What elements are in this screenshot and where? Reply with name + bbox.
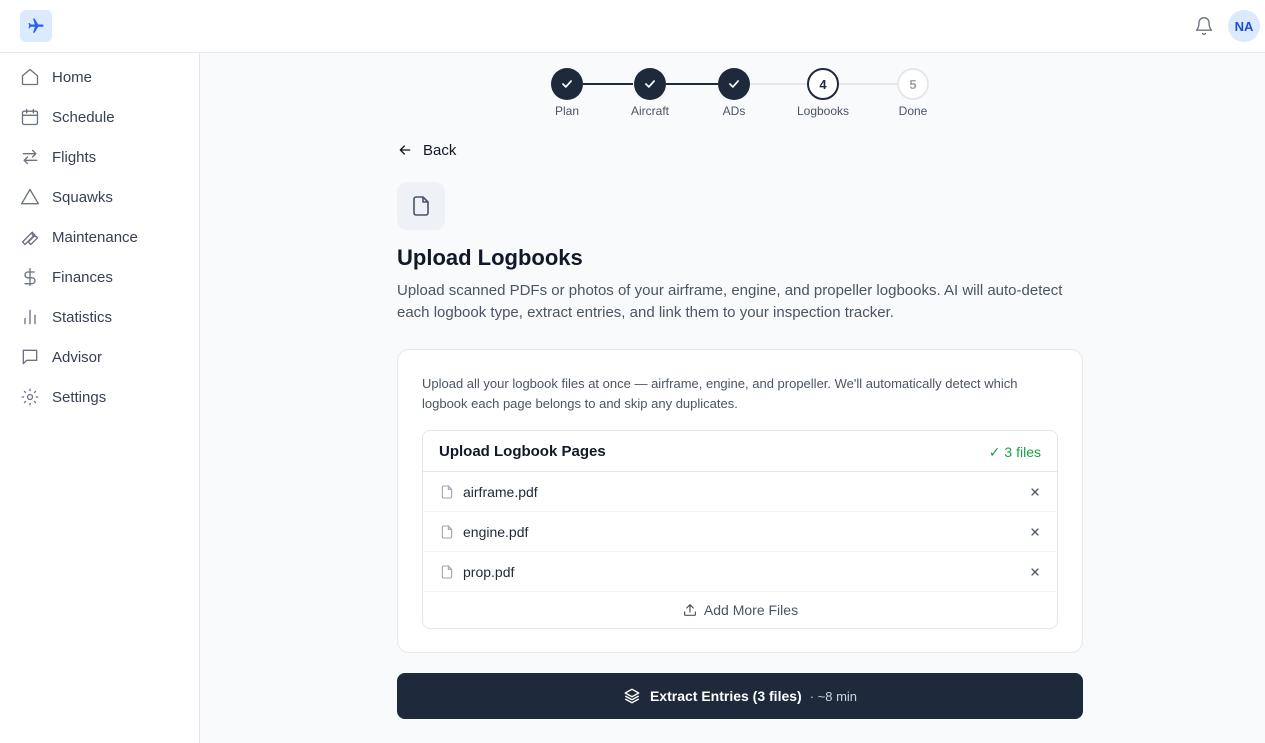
app-logo[interactable] [20, 10, 52, 42]
user-avatar[interactable]: NA [1228, 10, 1260, 42]
sidebar-item-home[interactable]: Home [20, 65, 92, 89]
upload-card: Upload all your logbook files at once — … [397, 349, 1083, 653]
step-connector [750, 83, 807, 85]
remove-file-button[interactable] [1025, 482, 1045, 502]
step-logbooks: 4 [807, 68, 839, 100]
arrow-left-icon [399, 145, 411, 155]
sidebar-item-flights[interactable]: Flights [20, 145, 96, 169]
top-bar: NA [0, 0, 1265, 53]
airplane-icon [28, 18, 44, 33]
file-row: airframe.pdf [423, 472, 1057, 512]
back-button[interactable]: Back [397, 140, 456, 160]
step-connector [839, 83, 897, 85]
sidebar: Home Schedule Flights Squawks Maintenanc… [0, 53, 200, 743]
remove-file-button[interactable] [1025, 562, 1045, 582]
sidebar-item-schedule[interactable]: Schedule [20, 105, 115, 129]
calendar-icon [20, 107, 40, 127]
wrench-icon [20, 227, 40, 247]
file-name: engine.pdf [463, 524, 529, 540]
file-row: engine.pdf [423, 512, 1057, 552]
remove-file-button[interactable] [1025, 522, 1045, 542]
bell-icon [1195, 17, 1213, 35]
upload-list-header: Upload Logbook Pages ✓ 3 files [423, 431, 1057, 472]
files-count-badge: ✓ 3 files [988, 444, 1041, 460]
sidebar-item-label: Home [52, 68, 93, 86]
arrows-icon [20, 147, 40, 167]
step-label-aircraft: Aircraft [630, 104, 669, 118]
warning-triangle-icon [20, 187, 40, 207]
step-plan [551, 68, 583, 100]
step-aircraft [634, 68, 666, 100]
extract-entries-button[interactable]: Extract Entries (3 files) · ~8 min [397, 673, 1083, 719]
sidebar-item-advisor[interactable]: Advisor [20, 345, 102, 369]
bar-chart-icon [20, 307, 40, 327]
sidebar-item-label: Squawks [52, 188, 113, 206]
sidebar-item-statistics[interactable]: Statistics [20, 305, 112, 329]
step-label-done: Done [898, 104, 928, 118]
chat-icon [20, 347, 40, 367]
extract-time-estimate: · ~8 min [809, 688, 858, 704]
extract-entries-label: Extract Entries (3 files) [649, 688, 802, 704]
step-label-logbooks: Logbooks [796, 104, 850, 118]
file-row: prop.pdf [423, 552, 1057, 592]
step-done: 5 [897, 68, 929, 100]
close-icon [1031, 528, 1039, 536]
file-name: prop.pdf [463, 564, 515, 580]
add-more-files-label: Add More Files [703, 602, 799, 618]
step-label-plan: Plan [554, 104, 580, 118]
checkmark-icon [645, 80, 655, 88]
add-more-files-button[interactable]: Add More Files [423, 592, 1057, 628]
sidebar-item-squawks[interactable]: Squawks [20, 185, 113, 209]
file-icon [441, 525, 453, 539]
step-label-ads: ADs [722, 104, 746, 118]
upload-icon [683, 604, 696, 616]
upload-file-list: Upload Logbook Pages ✓ 3 files airframe.… [422, 430, 1058, 629]
upload-list-title: Upload Logbook Pages [439, 443, 606, 460]
checkmark-icon [729, 80, 739, 88]
checkmark-icon [562, 80, 572, 88]
file-icon [441, 565, 453, 579]
close-icon [1031, 568, 1039, 576]
layers-icon [624, 688, 640, 704]
notifications-button[interactable] [1192, 14, 1216, 38]
page-description: Upload scanned PDFs or photos of your ai… [397, 282, 1063, 321]
document-icon [413, 196, 429, 216]
sidebar-item-label: Schedule [52, 108, 115, 126]
document-tile [397, 182, 445, 230]
step-ads [718, 68, 750, 100]
sidebar-item-label: Settings [52, 388, 107, 406]
sidebar-item-label: Maintenance [52, 228, 138, 246]
gear-icon [20, 387, 40, 407]
file-name: airframe.pdf [463, 484, 538, 500]
upload-intro-text: Upload all your logbook files at once — … [422, 376, 1018, 411]
sidebar-item-label: Flights [52, 148, 97, 166]
sidebar-item-label: Statistics [52, 308, 113, 326]
close-icon [1031, 488, 1039, 496]
sidebar-item-settings[interactable]: Settings [20, 385, 106, 409]
sidebar-item-maintenance[interactable]: Maintenance [20, 225, 138, 249]
home-icon [20, 67, 40, 87]
step-connector [583, 83, 633, 85]
back-label: Back [423, 141, 457, 159]
file-icon [441, 485, 453, 499]
dollar-icon [20, 267, 40, 287]
page-title: Upload Logbooks [397, 245, 583, 270]
sidebar-item-label: Finances [52, 268, 113, 286]
step-connector [666, 83, 718, 85]
sidebar-item-label: Advisor [52, 348, 103, 366]
sidebar-item-finances[interactable]: Finances [20, 265, 113, 289]
